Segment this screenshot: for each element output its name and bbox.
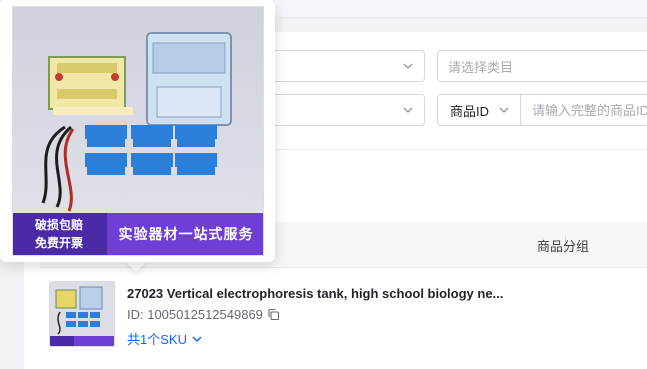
product-search-combo: 商品ID xyxy=(437,94,647,126)
chevron-down-icon xyxy=(498,104,510,116)
image-preview-popover: 破损包赔 免费开票 实验器材一站式服务 xyxy=(0,0,275,262)
banner-line-damage: 破损包赔 xyxy=(35,218,84,232)
product-title[interactable]: 27023 Vertical electrophoresis tank, hig… xyxy=(127,286,503,301)
banner-guarantee: 破损包赔 免费开票 xyxy=(13,213,107,255)
category-select-placeholder: 请选择类目 xyxy=(448,59,514,75)
product-thumbnail[interactable] xyxy=(49,281,115,347)
chevron-down-icon xyxy=(402,104,414,116)
sku-expand-link[interactable]: 共1个SKU xyxy=(127,329,203,348)
search-type-label: 商品ID xyxy=(450,103,490,119)
chevron-down-icon xyxy=(192,335,202,342)
copy-icon[interactable] xyxy=(267,308,280,321)
banner-line-invoice: 免费开票 xyxy=(35,236,84,250)
product-preview-image: 破损包赔 免费开票 实验器材一站式服务 xyxy=(12,6,264,256)
search-type-select[interactable]: 商品ID xyxy=(438,95,521,125)
product-id: ID: 1005012512549869 xyxy=(127,307,280,322)
category-select[interactable]: 请选择类目 xyxy=(437,50,647,82)
chevron-down-icon xyxy=(402,60,414,72)
sku-count-text: 共1个SKU xyxy=(127,332,187,347)
banner-service: 实验器材一站式服务 xyxy=(107,213,263,255)
column-header-group: 商品分组 xyxy=(537,239,590,254)
product-id-text: ID: 1005012512549869 xyxy=(127,307,263,322)
product-id-input[interactable] xyxy=(521,95,647,125)
